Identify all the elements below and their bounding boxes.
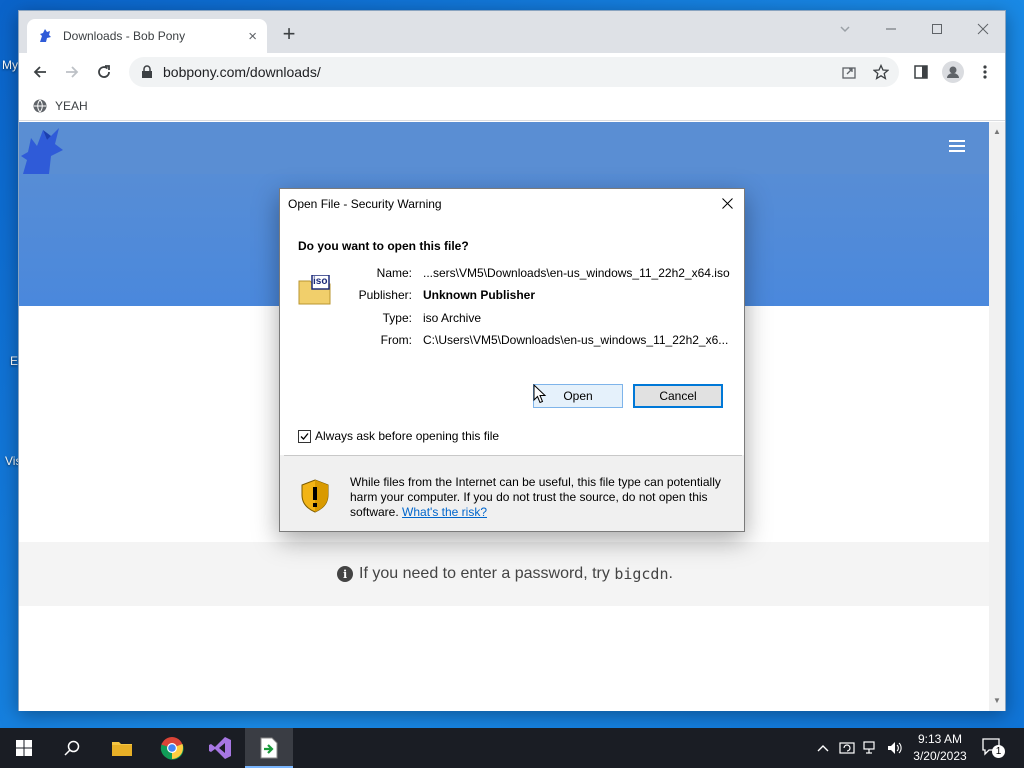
dialog-titlebar: Open File - Security Warning [280,189,744,219]
reload-icon[interactable] [92,60,116,84]
name-value: ...sers\VM5\Downloads\en-us_windows_11_2… [423,266,730,280]
dialog-question: Do you want to open this file? [298,239,469,253]
network-icon[interactable] [860,728,882,768]
whats-the-risk-link[interactable]: What's the risk? [402,505,487,519]
maximize-button[interactable] [915,17,959,45]
folder-icon [112,742,132,756]
password-code: bigcdn [614,565,669,583]
show-hidden-icons[interactable] [812,728,834,768]
back-icon[interactable] [28,60,52,84]
dialog-close-icon[interactable] [714,191,740,217]
clock-date: 3/20/2023 [913,749,967,763]
name-label: Name: [376,266,412,280]
from-label: From: [380,333,412,347]
password-hint: i If you need to enter a password, try b… [19,542,991,606]
site-header [19,122,991,174]
publisher-value: Unknown Publisher [423,288,536,302]
type-field: Type: iso Archive [280,311,746,327]
tab-search-icon[interactable] [823,17,867,45]
search-icon [64,740,80,756]
volume-icon[interactable] [884,728,906,768]
windows-taskbar: 9:13 AM 3/20/2023 1 [0,728,1024,768]
bookmarks-bar: YEAH [19,91,1005,121]
publisher-field: Publisher: Unknown Publisher [280,288,746,304]
tab-downloads[interactable]: Downloads - Bob Pony × [27,19,267,53]
dialog-title: Open File - Security Warning [288,197,442,211]
globe-icon [33,99,47,112]
lock-icon [142,65,152,78]
password-hint-text: If you need to enter a password, try [359,565,610,582]
taskbar-chrome[interactable] [148,728,196,768]
forward-icon[interactable] [60,60,84,84]
type-label: Type: [382,311,412,325]
tray-update-icon [839,742,855,754]
browser-toolbar: bobpony.com/downloads/ [19,53,1005,91]
from-value: C:\Users\VM5\Downloads\en-us_windows_11_… [423,333,729,347]
cancel-button[interactable]: Cancel [633,384,723,408]
scroll-down-icon[interactable]: ▼ [989,693,1005,709]
always-ask-label: Always ask before opening this file [315,429,500,443]
security-warning-dialog: Open File - Security Warning Do you want… [279,188,745,532]
url-text: bobpony.com/downloads/ [163,64,321,80]
bookmark-yeah[interactable]: YEAH [55,99,88,113]
bookmark-star-icon[interactable] [869,60,893,84]
profile-avatar-icon[interactable] [941,60,965,84]
address-bar[interactable]: bobpony.com/downloads/ [129,57,899,87]
side-panel-icon[interactable] [909,60,933,84]
page-scrollbar[interactable]: ▲ ▼ [989,122,1005,711]
action-center-button[interactable]: 1 [980,736,1010,760]
notification-count-badge: 1 [992,745,1005,758]
from-field: From: C:\Users\VM5\Downloads\en-us_windo… [280,333,746,349]
checkmark-icon [300,432,309,440]
info-icon: i [337,566,354,582]
taskbar-file-explorer[interactable] [98,728,146,768]
always-ask-checkbox[interactable] [298,429,311,443]
desktop-label-my: My [2,58,18,72]
minimize-button[interactable] [869,17,913,45]
tab-strip: Downloads - Bob Pony × + [19,11,1005,53]
tab-close-icon[interactable]: × [248,28,257,45]
dialog-body: Do you want to open this file? iso Name:… [280,219,744,455]
start-button[interactable] [0,728,48,768]
hamburger-menu-icon[interactable] [949,140,965,152]
open-file-app-icon [260,737,278,759]
always-ask-checkbox-row[interactable]: Always ask before opening this file [298,429,499,443]
password-hint-period: . [668,565,673,582]
chrome-icon [160,737,184,760]
publisher-label: Publisher: [358,288,412,302]
tab-title: Downloads - Bob Pony [63,29,186,43]
desktop-label-e: E [10,354,19,368]
close-window-button[interactable] [961,17,1005,45]
bobpony-logo-icon [21,128,63,174]
warning-message: While files from the Internet can be use… [350,475,730,520]
search-button[interactable] [48,728,96,768]
mouse-cursor-icon [533,384,547,404]
taskbar-visual-studio[interactable] [196,728,244,768]
clock-time: 9:13 AM [917,732,963,746]
windows-logo-icon [16,740,32,756]
scroll-up-icon[interactable]: ▲ [989,124,1005,140]
new-tab-button[interactable]: + [277,23,301,47]
name-field: Name: ...sers\VM5\Downloads\en-us_window… [280,266,746,282]
type-value: iso Archive [423,311,482,325]
share-icon[interactable] [837,60,861,84]
security-shield-icon [300,479,330,513]
tray-app-icon[interactable] [836,728,858,768]
system-clock[interactable]: 9:13 AM 3/20/2023 [906,731,974,765]
visual-studio-icon [209,737,231,759]
dialog-separator [284,455,742,456]
taskbar-active-app[interactable] [245,728,293,768]
menu-kebab-icon[interactable] [973,60,997,84]
bobpony-favicon-icon [40,29,51,42]
